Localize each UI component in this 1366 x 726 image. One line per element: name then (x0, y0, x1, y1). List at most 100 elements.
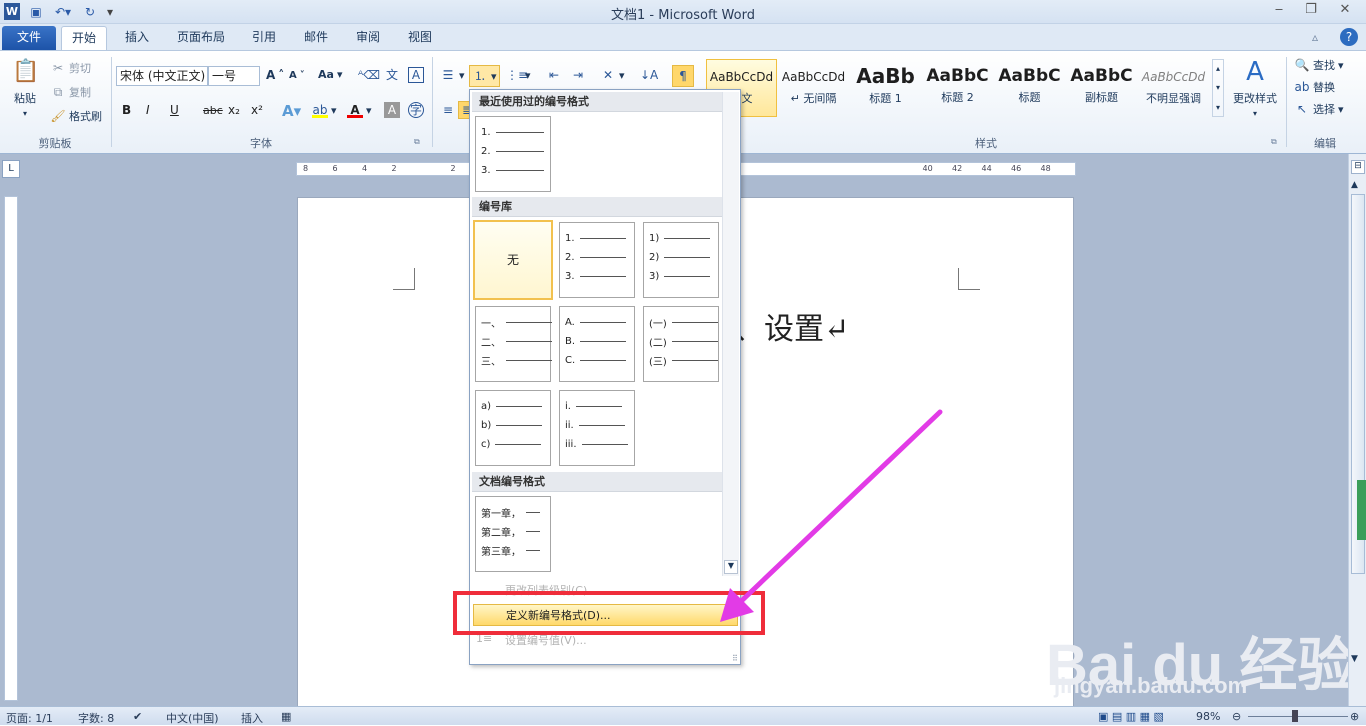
tab-review[interactable]: 审阅 (346, 26, 390, 50)
tab-page-layout[interactable]: 页面布局 (167, 26, 235, 50)
library-format-tile[interactable]: 1. 2. 3. (559, 222, 635, 298)
scroll-up-icon[interactable]: ▲ (1351, 180, 1358, 190)
zoom-level[interactable]: 98% (1196, 710, 1220, 723)
format-painter-label: 格式刷 (69, 110, 102, 123)
ruler-toggle-icon[interactable]: ⊟ (1351, 160, 1365, 174)
copy-button[interactable]: ⧉ 复制 (50, 84, 91, 100)
language-indicator[interactable]: 中文(中国) (166, 710, 219, 726)
restore-icon[interactable]: ❐ (1298, 2, 1324, 20)
none-format-tile[interactable]: 无 (473, 220, 553, 300)
show-marks-icon[interactable]: ¶ (672, 65, 694, 87)
library-format-tile[interactable]: 一、 二、 三、 (475, 306, 552, 382)
shrink-font-button[interactable]: A ˅ (289, 70, 305, 81)
font-name-combo[interactable]: 宋体 (中文正文) (116, 66, 208, 86)
text-effects-icon[interactable]: A▾ (282, 102, 301, 120)
underline-button[interactable]: U (170, 103, 179, 117)
margin-mark (393, 268, 415, 290)
select-button[interactable]: ↖ 选择 ▾ (1294, 101, 1344, 117)
style-title[interactable]: AaBbC 标题 (994, 59, 1065, 117)
phonetic-guide-icon[interactable]: 文 (384, 67, 400, 83)
word-count[interactable]: 字数: 8 (78, 710, 114, 726)
format-line (580, 359, 627, 361)
styles-dialog-launcher-icon[interactable]: ⧉ (1271, 137, 1277, 147)
numbering-button[interactable]: ⒈ ▾ (469, 65, 500, 87)
page-count[interactable]: 页面: 1/1 (6, 710, 53, 726)
cut-button[interactable]: ✂ 剪切 (50, 60, 91, 76)
clear-format-icon[interactable]: ᴬ⌫ (358, 67, 380, 83)
font-group-label: 字体 (250, 137, 272, 150)
subscript-button[interactable]: x₂ (228, 103, 240, 117)
align-left-icon[interactable]: ≡ (440, 102, 456, 118)
recent-format-tile[interactable]: 1. 2. 3. (475, 116, 551, 192)
bold-button[interactable]: B (122, 103, 131, 117)
char-border-icon[interactable]: A (408, 67, 424, 83)
chinese-layout-icon[interactable]: ✕ ▾ (600, 67, 625, 83)
vertical-scrollbar[interactable]: ⊟ ▲ ▼ (1348, 154, 1366, 706)
editing-group-label: 编辑 (1314, 137, 1336, 150)
minimize-icon[interactable]: ‒ (1266, 2, 1292, 20)
watermark-url: jingyan.baidu.com (1054, 673, 1248, 698)
change-case-button[interactable]: Aa ▾ (318, 68, 342, 81)
library-format-tile[interactable]: (一) (二) (三) (643, 306, 719, 382)
multilevel-list-icon[interactable]: ⋮≡ ▾ (506, 67, 531, 83)
style-subtitle[interactable]: AaBbC 副标题 (1066, 59, 1137, 117)
tab-mailings[interactable]: 邮件 (294, 26, 338, 50)
highlight-icon[interactable]: ab ▾ (312, 102, 337, 118)
help-icon[interactable]: ? (1340, 28, 1358, 46)
tab-view[interactable]: 视图 (398, 26, 442, 50)
collapse-ribbon-icon[interactable]: ▵ (1308, 26, 1322, 50)
italic-button[interactable]: I (146, 103, 150, 117)
format-line (575, 405, 622, 407)
paste-button[interactable]: 📋 粘贴 ▾ (8, 57, 42, 118)
font-dialog-launcher-icon[interactable]: ⧉ (414, 137, 420, 147)
format-line (579, 321, 626, 323)
close-icon[interactable]: ✕ (1332, 2, 1358, 20)
superscript-button[interactable]: x² (251, 103, 263, 117)
insert-mode[interactable]: 插入 (241, 710, 263, 726)
zoom-in-icon[interactable]: ⊕ (1350, 710, 1359, 723)
grow-font-button[interactable]: A ˄ (266, 68, 284, 82)
format-painter-button[interactable]: 🖌 格式刷 (50, 108, 102, 124)
char-shading-icon[interactable]: A (384, 102, 400, 118)
strikethrough-button[interactable]: abc (203, 104, 223, 117)
bullets-icon[interactable]: ☰ ▾ (440, 67, 465, 83)
document-format-tile[interactable]: 第一章， 第二章， 第三章， (475, 496, 551, 572)
view-buttons-icon[interactable]: ▣ ▤ ▥ ▦ ▧ (1098, 710, 1164, 723)
find-button[interactable]: 🔍 查找 ▾ (1294, 57, 1344, 73)
replace-button[interactable]: ab 替换 (1294, 79, 1336, 95)
zoom-slider[interactable] (1248, 716, 1348, 717)
zoom-out-icon[interactable]: ⊖ (1232, 710, 1241, 723)
sort-icon[interactable]: ↓A (640, 67, 658, 83)
scroll-down-icon[interactable]: ▼ (1351, 654, 1358, 664)
library-format-tile[interactable]: a) b) c) (475, 390, 551, 466)
format-label: i. (565, 400, 571, 412)
increase-indent-icon[interactable]: ⇥ (570, 67, 586, 83)
tab-file[interactable]: 文件 (2, 26, 56, 50)
vertical-ruler[interactable] (4, 196, 18, 701)
library-format-tile[interactable]: 1) 2) 3) (643, 222, 719, 298)
tab-references[interactable]: 引用 (242, 26, 286, 50)
font-color-button[interactable]: A ▾ (347, 102, 372, 118)
enclose-char-icon[interactable]: 字 (408, 102, 424, 118)
zoom-slider-thumb[interactable] (1292, 710, 1298, 722)
tab-home[interactable]: 开始 (61, 26, 108, 50)
tab-insert[interactable]: 插入 (115, 26, 159, 50)
format-line (671, 321, 718, 323)
resize-grip-icon[interactable]: ⠿ (732, 654, 738, 663)
change-styles-button[interactable]: A 更改样式 ▾ (1230, 57, 1280, 118)
proofing-icon[interactable]: ✔ (133, 710, 142, 723)
ruler-tick: 48 (1040, 164, 1051, 173)
format-line (506, 359, 552, 361)
style-heading-2[interactable]: AaBbC 标题 2 (922, 59, 993, 117)
library-format-tile[interactable]: i. ii. iii. (559, 390, 635, 466)
style-subtle-emphasis[interactable]: AaBbCcDd 不明显强调 (1138, 59, 1209, 117)
tab-stop-selector[interactable]: L (2, 160, 20, 178)
style-no-spacing[interactable]: AaBbCcDd ↵ 无间隔 (778, 59, 849, 117)
style-heading-1[interactable]: AaBb 标题 1 (850, 59, 921, 117)
macro-icon[interactable]: ▦ (281, 710, 291, 723)
library-format-tile[interactable]: A. B. C. (559, 306, 635, 382)
document-text[interactable]: 、设置↵ (734, 304, 849, 348)
font-size-combo[interactable]: 一号 (208, 66, 260, 86)
decrease-indent-icon[interactable]: ⇤ (546, 67, 562, 83)
styles-gallery-scroll[interactable]: ▴ ▾ ▾ (1212, 59, 1224, 117)
